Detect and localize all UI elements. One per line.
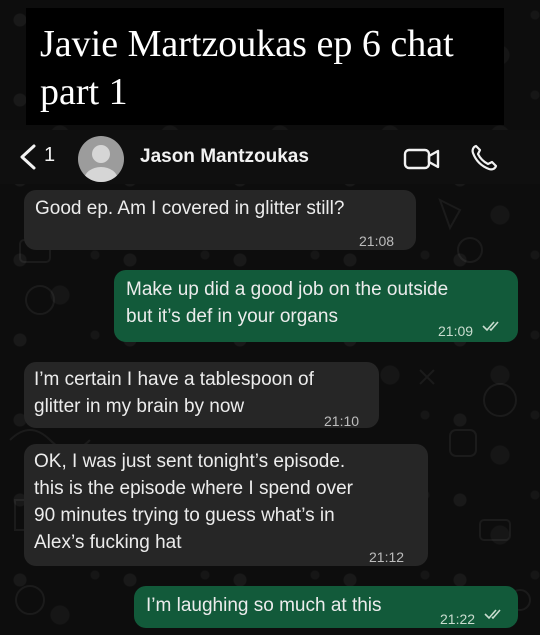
message-text: Make up did a good job on the outside bu… — [126, 279, 449, 327]
message-bubble-outgoing[interactable]: I’m laughing so much at this 21:22 — [134, 586, 518, 628]
message-time: 21:22 — [440, 611, 476, 627]
avatar-silhouette-icon — [84, 145, 118, 182]
double-check-icon — [484, 609, 501, 620]
chat-header: 1 Jason Mantzoukas — [0, 130, 540, 184]
double-check-icon — [482, 321, 499, 332]
message-time: 21:09 — [438, 323, 474, 339]
contact-name[interactable]: Jason Mantzoukas — [140, 146, 309, 168]
message-bubble-incoming[interactable]: Good ep. Am I covered in glitter still? … — [24, 190, 416, 250]
message-bubble-outgoing[interactable]: Make up did a good job on the outside bu… — [114, 270, 518, 342]
message-text: Good ep. Am I covered in glitter still? — [35, 198, 345, 219]
caption-line-1: Javie Martzoukas ep 6 chat — [40, 23, 454, 65]
unread-count[interactable]: 1 — [44, 144, 55, 167]
message-bubble-incoming[interactable]: OK, I was just sent tonight’s episode. t… — [24, 444, 428, 566]
caption-line-2: part 1 — [40, 71, 128, 113]
caption-overlay: Javie Martzoukas ep 6 chat part 1 — [26, 8, 504, 125]
message-time: 21:08 — [359, 233, 395, 249]
message-time: 21:12 — [369, 549, 405, 565]
message-text: I’m laughing so much at this — [146, 595, 382, 616]
message-text: I’m certain I have a tablespoon of glitt… — [34, 369, 314, 417]
phone-icon[interactable] — [468, 142, 500, 174]
message-time: 21:10 — [324, 413, 360, 429]
message-bubble-incoming[interactable]: I’m certain I have a tablespoon of glitt… — [24, 362, 379, 429]
message-text: OK, I was just sent tonight’s episode. t… — [34, 451, 353, 553]
video-camera-icon[interactable] — [403, 146, 441, 172]
contact-avatar[interactable] — [78, 136, 124, 182]
back-chevron-icon[interactable] — [16, 140, 42, 174]
